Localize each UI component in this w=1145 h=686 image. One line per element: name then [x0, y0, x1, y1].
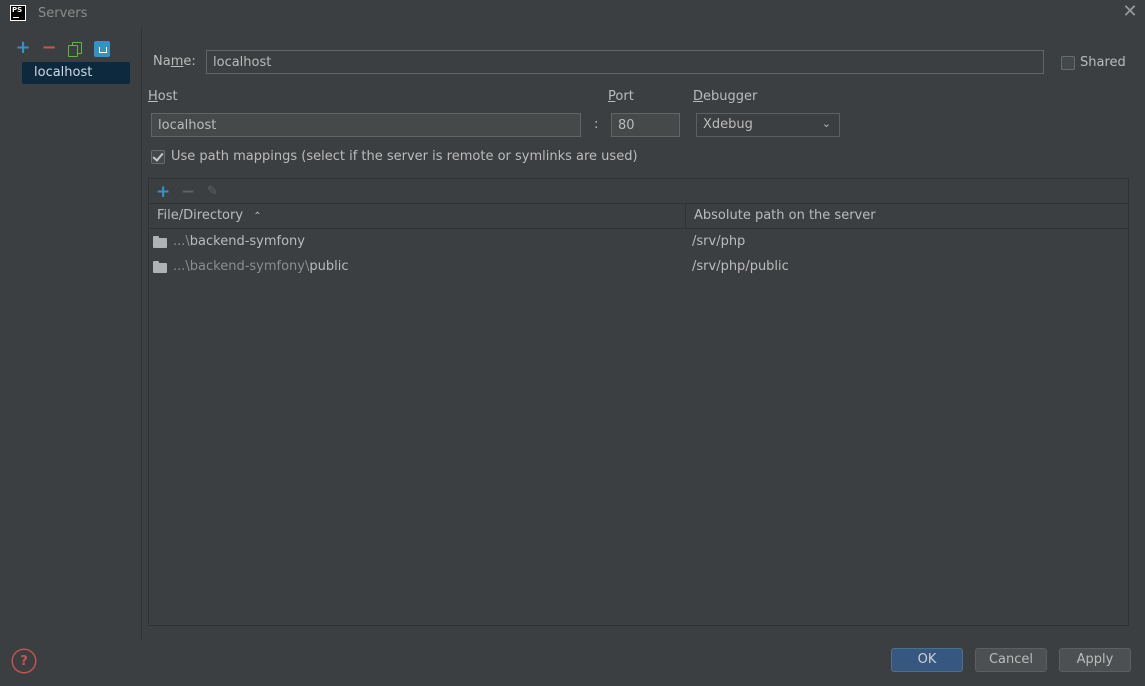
path-mappings-checkbox[interactable]	[151, 150, 165, 164]
debugger-label: Debugger	[693, 89, 758, 104]
server-path: /srv/php/public	[692, 259, 789, 274]
sort-ascending-icon: ⌃	[253, 211, 262, 222]
path-mappings-table: + − ✎ File/Directory ⌃ Absolute path on …	[148, 178, 1129, 626]
cancel-button[interactable]: Cancel	[975, 648, 1047, 672]
chevron-down-icon: ⌄	[821, 117, 831, 130]
name-label: Name:	[153, 54, 196, 69]
edit-mapping-icon[interactable]: ✎	[207, 184, 218, 199]
port-input[interactable]	[611, 113, 680, 137]
remove-server-icon[interactable]: −	[41, 39, 57, 57]
apply-button[interactable]: Apply	[1059, 648, 1131, 672]
export-server-icon[interactable]	[94, 41, 110, 57]
table-row[interactable]: ...\backend-symfony\public /srv/php/publ…	[149, 255, 1128, 280]
host-input[interactable]	[151, 113, 581, 137]
port-label: Port	[608, 89, 634, 104]
folder-icon	[153, 261, 167, 273]
folder-icon	[153, 236, 167, 248]
local-path: public	[309, 259, 349, 274]
close-icon[interactable]: ✕	[1120, 2, 1140, 22]
path-prefix: ...\backend-symfony\	[173, 259, 310, 274]
column-header-server-path[interactable]: Absolute path on the server	[686, 204, 1128, 229]
server-path: /srv/php	[692, 234, 746, 249]
add-server-icon[interactable]: +	[15, 39, 31, 57]
copy-server-icon[interactable]	[67, 41, 83, 57]
title-bar: PS Servers ✕	[0, 0, 1145, 28]
server-item-label: localhost	[34, 65, 93, 80]
server-list-panel	[0, 28, 142, 640]
shared-label: Shared	[1080, 55, 1126, 70]
host-port-separator: :	[594, 117, 599, 132]
shared-checkbox[interactable]	[1061, 56, 1075, 70]
debugger-value: Xdebug	[703, 117, 753, 132]
mappings-toolbar: + − ✎	[149, 179, 1128, 204]
local-path: backend-symfony	[189, 234, 305, 249]
table-row[interactable]: ...\backend-symfony /srv/php	[149, 230, 1128, 255]
host-label: Host	[148, 89, 178, 104]
remove-mapping-icon[interactable]: −	[181, 182, 195, 202]
window-title: Servers	[38, 6, 88, 21]
column-header-file-directory[interactable]: File/Directory ⌃	[149, 204, 686, 229]
ok-button[interactable]: OK	[891, 648, 963, 672]
server-list-item-localhost[interactable]: localhost	[22, 62, 130, 84]
path-mappings-label: Use path mappings (select if the server …	[171, 149, 638, 164]
path-prefix: ...\	[173, 234, 190, 249]
phpstorm-logo-icon: PS	[10, 5, 26, 21]
debugger-select[interactable]: Xdebug ⌄	[696, 113, 840, 137]
name-input[interactable]	[206, 50, 1044, 74]
add-mapping-icon[interactable]: +	[156, 182, 170, 202]
help-icon[interactable]: ?	[13, 650, 35, 672]
